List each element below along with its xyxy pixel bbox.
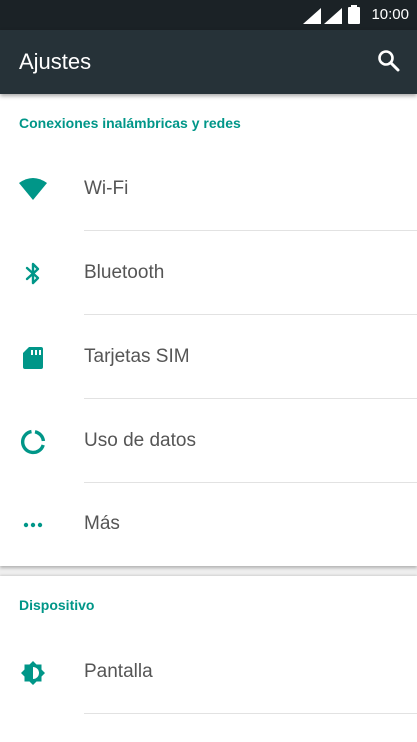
data-usage-icon [20,429,46,455]
section-device: Dispositivo Pantalla [0,576,417,742]
item-label: Bluetooth [84,262,165,283]
divider [84,398,417,399]
status-bar: 10:00 [0,0,417,30]
section-wireless-networks: Conexiones inalámbricas y redes Wi-Fi Bl… [0,94,417,566]
item-label: Pantalla [84,661,153,682]
brightness-icon [21,661,45,685]
sim-card-icon [23,347,43,369]
divider [84,230,417,231]
settings-item-display[interactable]: Pantalla [0,631,417,714]
search-icon [378,50,400,72]
settings-screen: 10:00 Ajustes Conexiones inalámbricas y … [0,0,417,742]
divider [84,713,417,714]
page-title: Ajustes [19,49,92,74]
item-label: Uso de datos [84,430,196,451]
settings-item-sim-cards[interactable]: Tarjetas SIM [0,316,417,399]
status-clock: 10:00 [371,6,409,23]
divider [84,314,417,315]
cell-signal-icon [324,8,342,24]
item-label: Tarjetas SIM [84,346,190,367]
settings-item-more[interactable]: Más [0,483,417,566]
settings-item-bluetooth[interactable]: Bluetooth [0,232,417,315]
wifi-icon [19,178,47,200]
item-label: Wi-Fi [84,178,129,199]
item-label: Más [84,513,120,534]
wifi-signal-icon [303,8,321,24]
bluetooth-icon [25,262,40,285]
section-header-wireless: Conexiones inalámbricas y redes [19,115,241,131]
settings-item-wifi[interactable]: Wi-Fi [0,148,417,231]
search-button[interactable] [373,45,405,77]
section-header-device: Dispositivo [19,597,95,613]
more-dots-icon [23,522,43,528]
app-bar: Ajustes [0,30,417,94]
settings-item-data-usage[interactable]: Uso de datos [0,400,417,483]
battery-icon [348,5,360,24]
